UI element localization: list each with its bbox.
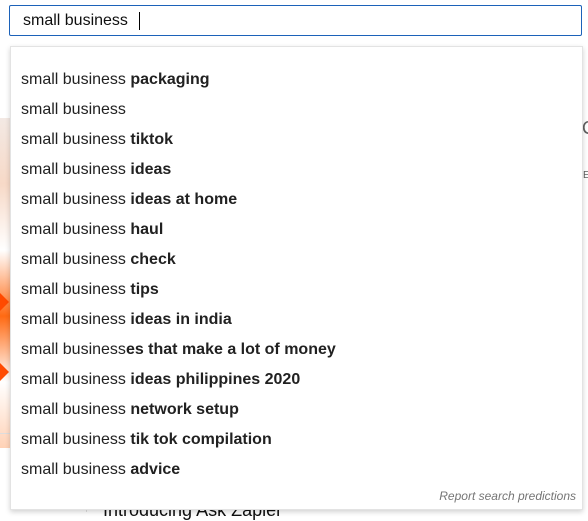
suggestion-typed-text: small business — [21, 101, 126, 118]
suggestion-item[interactable]: small business network setup — [11, 395, 582, 425]
suggestion-completion: tips — [125, 281, 159, 298]
video-thumbnail-partial[interactable] — [0, 118, 10, 448]
suggestion-item[interactable]: small business haul — [11, 215, 582, 245]
chevron-right-icon — [0, 293, 9, 311]
suggestion-completion: ideas at home — [125, 191, 238, 208]
search-box[interactable] — [9, 5, 582, 36]
suggestion-completion: ideas philippines 2020 — [125, 371, 301, 388]
suggestion-completion: advice — [125, 461, 181, 478]
suggestion-typed-text: small business — [21, 341, 126, 358]
suggestion-typed-text: small business — [21, 401, 126, 418]
suggestion-list: small business packaging small business … — [11, 65, 582, 485]
divider — [0, 433, 10, 434]
suggestion-item[interactable]: small businesses that make a lot of mone… — [11, 335, 582, 365]
suggestion-typed-text: small business — [21, 251, 126, 268]
suggestion-completion: haul — [125, 221, 164, 238]
suggestion-item[interactable]: small business ideas philippines 2020 — [11, 365, 582, 395]
suggestion-completion: network setup — [125, 401, 239, 418]
suggestion-item[interactable]: small business tips — [11, 275, 582, 305]
suggestion-completion: ideas — [125, 161, 172, 178]
suggestion-typed-text: small business — [21, 371, 126, 388]
suggestion-completion: tiktok — [125, 131, 174, 148]
report-search-predictions-link[interactable]: Report search predictions — [439, 489, 576, 503]
suggestion-typed-text: small business — [21, 461, 126, 478]
suggestion-item[interactable]: small business — [11, 95, 582, 125]
suggestion-typed-text: small business — [21, 431, 126, 448]
suggestion-typed-text: small business — [21, 221, 126, 238]
suggestion-item[interactable]: small business packaging — [11, 65, 582, 95]
suggestion-completion: es that make a lot of money — [125, 341, 336, 358]
suggestion-typed-text: small business — [21, 71, 126, 88]
chevron-right-icon — [0, 363, 9, 381]
suggestion-typed-text: small business — [21, 311, 126, 328]
search-suggestions-dropdown: small business packaging small business … — [10, 46, 583, 510]
suggestion-item[interactable]: small business ideas — [11, 155, 582, 185]
suggestion-item[interactable]: small business tiktok — [11, 125, 582, 155]
suggestion-completion: ideas in india — [125, 311, 232, 328]
suggestion-completion: check — [125, 251, 176, 268]
suggestion-item[interactable]: small business tik tok compilation — [11, 425, 582, 455]
text-caret — [139, 12, 140, 30]
suggestion-item[interactable]: small business check — [11, 245, 582, 275]
suggestion-typed-text: small business — [21, 281, 126, 298]
video-meta-partial: E — [583, 170, 588, 181]
suggestion-item[interactable]: small business advice — [11, 455, 582, 485]
suggestion-item[interactable]: small business ideas in india — [11, 305, 582, 335]
suggestion-typed-text: small business — [21, 161, 126, 178]
search-input[interactable] — [10, 6, 581, 35]
suggestion-completion: tik tok compilation — [125, 431, 272, 448]
suggestion-item[interactable]: small business ideas at home — [11, 185, 582, 215]
suggestion-typed-text: small business — [21, 131, 126, 148]
suggestion-completion: packaging — [125, 71, 210, 88]
suggestion-typed-text: small business — [21, 191, 126, 208]
